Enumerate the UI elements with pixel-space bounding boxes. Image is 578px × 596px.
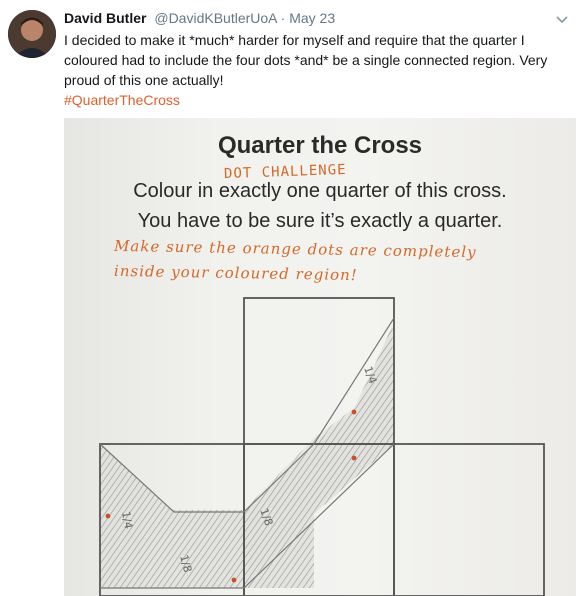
orange-dot <box>351 409 357 415</box>
user-handle[interactable]: @DavidKButlerUoA <box>154 10 276 26</box>
orange-dot <box>231 577 237 583</box>
chevron-down-icon[interactable] <box>556 12 568 24</box>
shaded-region <box>100 324 394 588</box>
worksheet-instruction: You have to be sure it’s exactly a quart… <box>137 210 503 232</box>
worksheet-instruction: Colour in exactly one quarter of this cr… <box>133 180 507 202</box>
orange-dot <box>105 513 111 519</box>
orange-dot <box>351 455 357 461</box>
avatar-photo <box>8 10 56 58</box>
tweet-photo[interactable]: 1/4 1/8 1/8 1/4 Quarter the Cross DOT CH… <box>64 118 576 596</box>
tweet-text-line: proud of this one actually! <box>64 72 224 88</box>
tweet: David Butler @DavidKButlerUoA · May 23 I… <box>64 8 570 110</box>
tweet-text: I decided to make it *much* harder for m… <box>64 30 564 110</box>
separator: · <box>280 10 286 26</box>
avatar[interactable] <box>8 10 56 58</box>
worksheet-title: Quarter the Cross <box>217 132 423 159</box>
hashtag-link[interactable]: #QuarterTheCross <box>64 90 564 110</box>
tweet-header: David Butler @DavidKButlerUoA · May 23 <box>64 8 570 28</box>
tweet-text-line: I decided to make it *much* harder for m… <box>64 32 525 48</box>
tweet-text-line: coloured had to include the four dots *a… <box>64 52 548 68</box>
timestamp[interactable]: May 23 <box>289 10 335 26</box>
display-name[interactable]: David Butler <box>64 10 146 26</box>
